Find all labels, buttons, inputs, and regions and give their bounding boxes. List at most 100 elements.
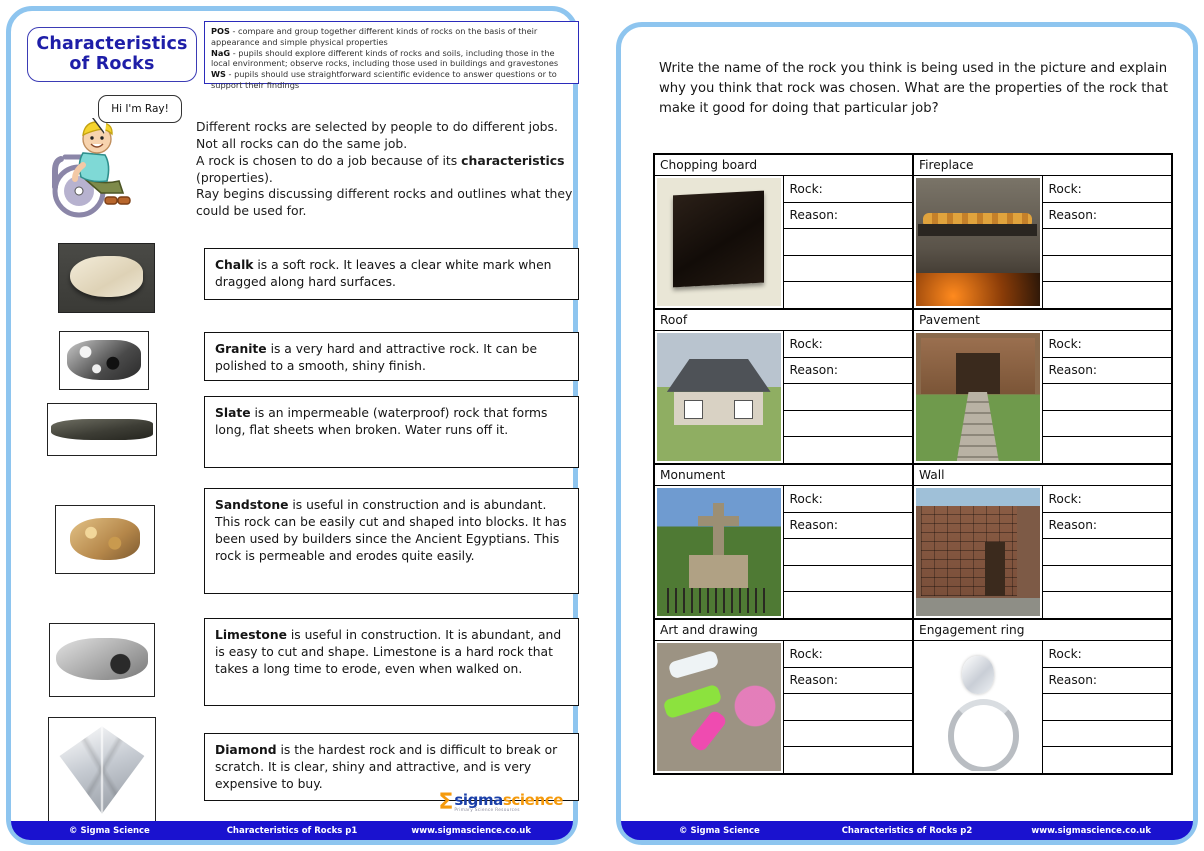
answer-line[interactable] xyxy=(1043,592,1172,618)
footer-url[interactable]: www.sigmascience.co.uk xyxy=(1031,826,1151,836)
reason-label[interactable]: Reason: xyxy=(783,358,912,385)
answer-line[interactable] xyxy=(783,694,912,721)
reason-label[interactable]: Reason: xyxy=(1042,203,1171,230)
cell-title: Art and drawing xyxy=(655,620,912,641)
answer-line[interactable] xyxy=(1043,282,1172,308)
curriculum-nag-text: - pupils should explore different kinds … xyxy=(211,47,559,69)
roof-photo xyxy=(655,331,784,463)
answer-line[interactable] xyxy=(1042,721,1171,748)
worksheet: Characteristics of Rocks POS - compare a… xyxy=(0,0,1204,851)
diamond-photo xyxy=(48,717,156,823)
curriculum-ws-text: - pupils should use straightforward scie… xyxy=(211,69,557,91)
intro-p2-bold: characteristics xyxy=(461,152,565,168)
rock-label[interactable]: Rock: xyxy=(1042,486,1171,513)
grid-cell-roof: Roof Rock: Reason: xyxy=(655,310,914,463)
grid-row: Chopping board Rock: Reason: Fireplace R… xyxy=(655,155,1171,310)
page-right: Write the name of the rock you think is … xyxy=(616,22,1198,845)
grid-cell-wall: Wall Rock: Reason: xyxy=(914,465,1171,618)
chalk-rock-photo xyxy=(58,243,155,313)
engagement-ring-photo xyxy=(914,641,1043,773)
slate-rock-photo xyxy=(47,403,157,456)
rock-label[interactable]: Rock: xyxy=(1042,331,1171,358)
answer-line[interactable] xyxy=(784,282,913,308)
curriculum-objectives-box: POS - compare and group together differe… xyxy=(204,21,579,90)
curriculum-ws: WS - pupils should use straightforward s… xyxy=(211,69,572,91)
footer-right: © Sigma Science Characteristics of Rocks… xyxy=(621,821,1193,840)
sigma-icon: Σ xyxy=(438,790,454,815)
cell-answer-lines: Rock: Reason: xyxy=(1042,331,1172,463)
rock-name-limestone: Limestone xyxy=(215,628,287,642)
answer-line[interactable] xyxy=(784,592,913,618)
answer-line[interactable] xyxy=(1042,411,1171,438)
answer-line[interactable] xyxy=(783,384,912,411)
logo-tagline: Primary Science Resources xyxy=(454,807,520,813)
sandstone-rock-photo xyxy=(55,505,155,574)
rock-name-diamond: Diamond xyxy=(215,743,277,757)
answer-line[interactable] xyxy=(1042,539,1171,566)
answer-line[interactable] xyxy=(784,437,913,463)
intro-paragraph-1: Different rocks are selected by people t… xyxy=(196,119,558,151)
intro-paragraph-3: Ray begins discussing different rocks an… xyxy=(196,186,573,219)
answer-line[interactable] xyxy=(1042,384,1171,411)
curriculum-nag: NaG - pupils should explore different ki… xyxy=(211,48,572,70)
answer-line[interactable] xyxy=(1043,747,1172,773)
page-title: Characteristics of Rocks xyxy=(27,27,197,82)
rock-label[interactable]: Rock: xyxy=(783,176,912,203)
wall-photo xyxy=(914,486,1043,618)
boy-in-wheelchair-icon xyxy=(52,121,131,218)
answer-line[interactable] xyxy=(784,747,913,773)
cell-title: Fireplace xyxy=(914,155,1171,176)
footer-url[interactable]: www.sigmascience.co.uk xyxy=(411,826,531,836)
cell-title: Wall xyxy=(914,465,1171,486)
cell-answer-lines: Rock: Reason: xyxy=(783,641,913,773)
rock-label[interactable]: Rock: xyxy=(1042,641,1171,668)
answer-line[interactable] xyxy=(783,256,912,283)
grid-row: Art and drawing Rock: Reason: Engagement… xyxy=(655,620,1171,773)
rock-name-granite: Granite xyxy=(215,342,267,356)
rock-label[interactable]: Rock: xyxy=(783,641,912,668)
answer-line[interactable] xyxy=(1042,694,1171,721)
reason-label[interactable]: Reason: xyxy=(1042,358,1171,385)
footer-left: © Sigma Science Characteristics of Rocks… xyxy=(11,821,573,840)
answer-line[interactable] xyxy=(783,566,912,593)
page-title-line1: Characteristics xyxy=(36,33,188,54)
reason-label[interactable]: Reason: xyxy=(1042,668,1171,695)
answer-line[interactable] xyxy=(1042,229,1171,256)
rock-text-slate: is an impermeable (waterproof) rock that… xyxy=(215,406,548,437)
reason-label[interactable]: Reason: xyxy=(783,668,912,695)
rock-description-slate: Slate is an impermeable (waterproof) roc… xyxy=(204,396,579,468)
curriculum-pos: POS - compare and group together differe… xyxy=(211,26,572,48)
art-and-drawing-photo xyxy=(655,641,784,773)
logo-word-sigma: sigma xyxy=(454,790,503,809)
answer-line[interactable] xyxy=(783,411,912,438)
reason-label[interactable]: Reason: xyxy=(783,513,912,540)
cell-answer-lines: Rock: Reason: xyxy=(783,486,913,618)
curriculum-pos-text: - compare and group together different k… xyxy=(211,26,538,47)
cell-answer-lines: Rock: Reason: xyxy=(1042,176,1172,308)
answer-line[interactable] xyxy=(1042,566,1171,593)
curriculum-ws-label: WS xyxy=(211,69,226,80)
rock-label[interactable]: Rock: xyxy=(783,486,912,513)
reason-label[interactable]: Reason: xyxy=(1042,513,1171,540)
intro-paragraph-2: A rock is chosen to do a job because of … xyxy=(196,153,578,187)
page-left: Characteristics of Rocks POS - compare a… xyxy=(6,6,579,845)
cell-title: Chopping board xyxy=(655,155,912,176)
ray-character: Hi I'm Ray! xyxy=(43,93,182,221)
answer-line[interactable] xyxy=(783,229,912,256)
answer-line[interactable] xyxy=(1042,256,1171,283)
rock-label[interactable]: Rock: xyxy=(783,331,912,358)
answer-line[interactable] xyxy=(1043,437,1172,463)
pavement-photo xyxy=(914,331,1043,463)
answer-grid: Chopping board Rock: Reason: Fireplace R… xyxy=(653,153,1173,775)
question-prompt: Write the name of the rock you think is … xyxy=(659,61,1169,116)
cell-title: Monument xyxy=(655,465,912,486)
curriculum-nag-label: NaG xyxy=(211,47,231,58)
rock-label[interactable]: Rock: xyxy=(1042,176,1171,203)
answer-line[interactable] xyxy=(783,721,912,748)
cell-answer-lines: Rock: Reason: xyxy=(783,331,913,463)
rock-description-limestone: Limestone is useful in construction. It … xyxy=(204,618,579,706)
answer-line[interactable] xyxy=(783,539,912,566)
speech-bubble-text: Hi I'm Ray! xyxy=(111,103,169,115)
reason-label[interactable]: Reason: xyxy=(783,203,912,230)
speech-bubble: Hi I'm Ray! xyxy=(98,95,182,123)
